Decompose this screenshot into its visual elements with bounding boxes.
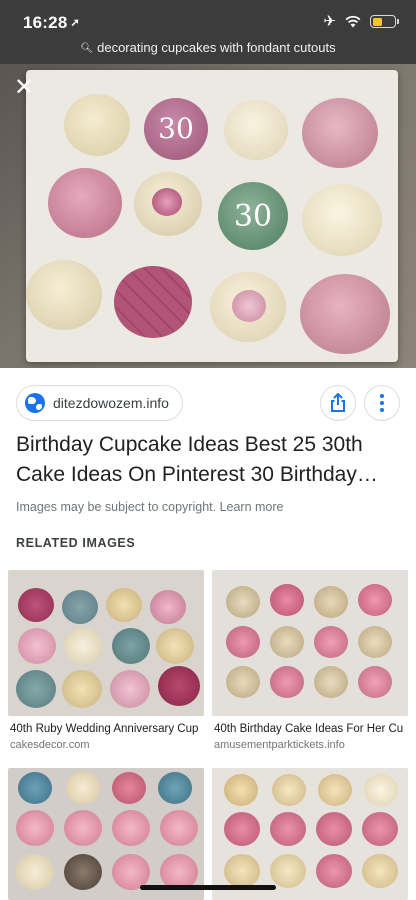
globe-icon xyxy=(25,393,45,413)
battery-level xyxy=(372,17,382,26)
number-30-topper: 30 xyxy=(158,112,194,145)
cupcake-image xyxy=(300,274,390,354)
related-images-heading: RELATED IMAGES xyxy=(16,536,136,550)
source-link-chip[interactable]: ditezdowozem.info xyxy=(16,385,183,421)
airplane-icon: ✈ xyxy=(323,13,336,30)
source-domain: ditezdowozem.info xyxy=(53,395,169,411)
cupcake-image xyxy=(26,260,102,330)
more-options-button[interactable] xyxy=(364,385,400,421)
cupcake-image xyxy=(210,272,286,342)
related-image-caption[interactable]: 40th Birthday Cake Ideas For Her Cu… xyxy=(214,723,404,735)
search-query-text: decorating cupcakes with fondant cutouts xyxy=(97,40,336,55)
cupcake-image xyxy=(134,172,202,236)
share-icon xyxy=(331,393,345,412)
cupcake-image: 30 xyxy=(218,182,288,250)
cupcake-image xyxy=(64,94,130,156)
related-image-domain: amusementparktickets.info xyxy=(214,739,345,751)
copyright-notice[interactable]: Images may be subject to copyright. Lear… xyxy=(16,500,284,514)
cupcake-box-image: 30 30 xyxy=(26,70,398,362)
more-vert-icon xyxy=(380,394,384,412)
status-icons: ✈ xyxy=(323,13,399,30)
search-icon: 🔍︎ xyxy=(80,43,94,54)
location-arrow-icon: ➚ xyxy=(70,17,80,29)
related-image-thumbnail[interactable] xyxy=(212,570,408,716)
related-image-thumbnail[interactable] xyxy=(8,570,204,716)
number-30-topper: 30 xyxy=(234,199,272,234)
related-image-caption[interactable]: 40th Ruby Wedding Anniversary Cup… xyxy=(10,723,200,735)
cupcake-image xyxy=(302,184,382,256)
status-time: 16:28 ➚ xyxy=(23,13,80,33)
share-button[interactable] xyxy=(320,385,356,421)
search-query-bar[interactable]: 🔍︎ decorating cupcakes with fondant cutou… xyxy=(0,40,416,55)
home-indicator[interactable] xyxy=(140,885,276,890)
battery-icon xyxy=(370,15,399,28)
wifi-icon xyxy=(345,15,361,28)
related-image-domain: cakesdecor.com xyxy=(10,739,90,751)
top-bar: 16:28 ➚ ✈ 🔍︎ decorating cupcakes with fond… xyxy=(0,0,416,64)
cupcake-image xyxy=(48,168,122,238)
related-image-thumbnail[interactable] xyxy=(212,768,408,900)
cupcake-image xyxy=(302,98,378,168)
svg-text:30: 30 xyxy=(234,199,272,234)
image-title[interactable]: Birthday Cupcake Ideas Best 25 30th Cake… xyxy=(16,430,396,490)
clock-text: 16:28 xyxy=(23,13,68,32)
cupcake-image xyxy=(224,100,288,160)
cupcake-image xyxy=(114,266,192,338)
svg-text:30: 30 xyxy=(158,112,194,145)
related-image-thumbnail[interactable] xyxy=(8,768,204,900)
close-icon[interactable]: ✕ xyxy=(10,74,38,102)
main-image[interactable]: 30 30 ✕ xyxy=(0,64,416,368)
cupcake-image: 30 xyxy=(144,98,208,160)
